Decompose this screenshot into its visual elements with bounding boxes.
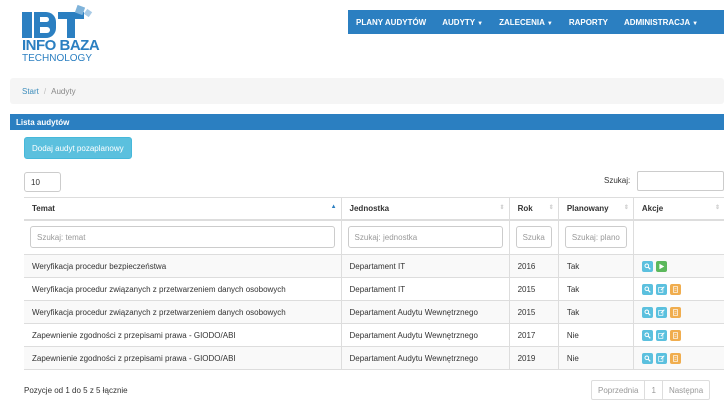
play-icon[interactable] bbox=[655, 260, 667, 272]
panel-title: Lista audytów bbox=[10, 114, 724, 130]
cell-jednostka: Departament IT bbox=[340, 254, 510, 278]
search-label: Szukaj: bbox=[604, 176, 631, 185]
edit-icon[interactable] bbox=[655, 283, 667, 295]
table-row: Zapewnienie zgodności z przepisami prawa… bbox=[24, 346, 724, 370]
column-header-jednostka[interactable]: Jednostka ⇕ bbox=[340, 197, 510, 221]
breadcrumb-separator: / bbox=[43, 86, 47, 96]
cell-rok: 2019 bbox=[508, 346, 559, 370]
view-icon[interactable] bbox=[641, 260, 653, 272]
column-header-akcje[interactable]: Akcje ⇕ bbox=[632, 197, 724, 221]
cell-rok: 2017 bbox=[508, 323, 559, 347]
pagination-next[interactable]: Następna bbox=[663, 381, 709, 399]
add-unplanned-audit-button[interactable]: Dodaj audyt pozaplanowy bbox=[24, 137, 132, 159]
cell-actions bbox=[632, 346, 724, 370]
cell-jednostka: Departament Audytu Wewnętrznego bbox=[340, 346, 510, 370]
pagination: Poprzednia 1 Następna bbox=[591, 380, 711, 400]
sort-icon: ⇕ bbox=[499, 205, 505, 211]
pagination-previous[interactable]: Poprzednia bbox=[592, 381, 646, 399]
caret-down-icon: ▼ bbox=[692, 20, 699, 27]
sort-icon: ⇕ bbox=[714, 205, 720, 211]
column-header-planowany[interactable]: Planowany ⇕ bbox=[557, 197, 634, 221]
document-icon[interactable] bbox=[669, 352, 681, 364]
cell-rok: 2015 bbox=[508, 300, 559, 324]
logo[interactable]: INFO BAZA TECHNOLOGY bbox=[22, 4, 132, 68]
cell-planowany: Tak bbox=[557, 254, 634, 278]
table-row: Weryfikacja procedur bezpieczeństwa Depar… bbox=[24, 254, 724, 278]
table-row: Weryfikacja procedur związanych z przetw… bbox=[24, 300, 724, 324]
filter-planowany-input[interactable]: Szukaj: plano bbox=[564, 226, 627, 249]
filter-akcje-empty bbox=[632, 219, 724, 255]
column-header-temat[interactable]: Temat ▲ bbox=[24, 197, 342, 221]
page-length-select[interactable]: 10 bbox=[24, 172, 61, 192]
view-icon[interactable] bbox=[641, 306, 653, 318]
logo-text-line1: INFO BAZA bbox=[22, 37, 100, 54]
table-body: Weryfikacja procedur bezpieczeństwa Depar… bbox=[24, 254, 724, 370]
document-icon[interactable] bbox=[669, 283, 681, 295]
edit-icon[interactable] bbox=[655, 352, 667, 364]
filter-temat-input[interactable]: Szukaj: temat bbox=[30, 226, 335, 249]
sort-icon: ⇕ bbox=[623, 205, 629, 211]
sort-icon: ⇕ bbox=[548, 205, 554, 211]
caret-down-icon: ▼ bbox=[477, 20, 484, 27]
cell-planowany: Tak bbox=[557, 277, 634, 301]
logo-text-line2: TECHNOLOGY bbox=[22, 53, 93, 64]
cell-rok: 2016 bbox=[508, 254, 559, 278]
table-row: Weryfikacja procedur związanych z przetw… bbox=[24, 277, 724, 301]
pagination-page-1[interactable]: 1 bbox=[645, 381, 663, 399]
cell-actions bbox=[632, 300, 724, 324]
view-icon[interactable] bbox=[641, 283, 653, 295]
nav-administracja[interactable]: ADMINISTRACJA ▼ bbox=[616, 18, 706, 27]
cell-jednostka: Departament Audytu Wewnętrznego bbox=[340, 300, 510, 324]
cell-temat: Weryfikacja procedur związanych z przetw… bbox=[24, 300, 342, 324]
top-navigation: PLANY AUDYTÓW AUDYTY ▼ ZALECENIA ▼ RAPORTY… bbox=[348, 10, 724, 34]
filter-rok-input[interactable]: Szuka bbox=[515, 226, 552, 249]
cell-temat: Zapewnienie zgodności z przepisami prawa… bbox=[24, 346, 342, 370]
cell-jednostka: Departament IT bbox=[340, 277, 510, 301]
breadcrumb-current: Audyty bbox=[51, 86, 76, 96]
filter-jednostka-input[interactable]: Szukaj: jednostka bbox=[347, 226, 503, 249]
edit-icon[interactable] bbox=[655, 306, 667, 318]
caret-down-icon: ▼ bbox=[546, 20, 553, 27]
breadcrumb: Start / Audyty bbox=[10, 78, 724, 104]
logo-mark bbox=[22, 4, 132, 38]
document-icon[interactable] bbox=[669, 306, 681, 318]
cell-planowany: Nie bbox=[557, 323, 634, 347]
nav-raporty[interactable]: RAPORTY bbox=[561, 18, 616, 27]
audits-table: Temat ▲ Jednostka ⇕ Rok ⇕ Planowany ⇕ Akcje ⇕… bbox=[24, 197, 724, 370]
search-input[interactable] bbox=[637, 171, 724, 191]
cell-temat: Weryfikacja procedur związanych z przetw… bbox=[24, 277, 342, 301]
cell-actions bbox=[632, 323, 724, 347]
table-row: Zapewnienie zgodności z przepisami prawa… bbox=[24, 323, 724, 347]
nav-plany-audytow[interactable]: PLANY AUDYTÓW bbox=[348, 18, 434, 27]
cell-temat: Zapewnienie zgodności z przepisami prawa… bbox=[24, 323, 342, 347]
cell-planowany: Tak bbox=[557, 300, 634, 324]
cell-temat: Weryfikacja procedur bezpieczeństwa bbox=[24, 254, 342, 278]
edit-icon[interactable] bbox=[655, 329, 667, 341]
cell-planowany: Nie bbox=[557, 346, 634, 370]
cell-actions bbox=[632, 254, 724, 278]
sort-asc-icon: ▲ bbox=[330, 204, 337, 210]
nav-zalecenia[interactable]: ZALECENIA ▼ bbox=[491, 18, 561, 27]
view-icon[interactable] bbox=[641, 352, 653, 364]
column-header-rok[interactable]: Rok ⇕ bbox=[508, 197, 559, 221]
cell-actions bbox=[632, 277, 724, 301]
table-info: Pozycje od 1 do 5 z 5 łącznie bbox=[24, 386, 128, 395]
nav-audyty[interactable]: AUDYTY ▼ bbox=[434, 18, 491, 27]
cell-jednostka: Departament Audytu Wewnętrznego bbox=[340, 323, 510, 347]
document-icon[interactable] bbox=[669, 329, 681, 341]
breadcrumb-start[interactable]: Start bbox=[22, 87, 39, 96]
view-icon[interactable] bbox=[641, 329, 653, 341]
cell-rok: 2015 bbox=[508, 277, 559, 301]
